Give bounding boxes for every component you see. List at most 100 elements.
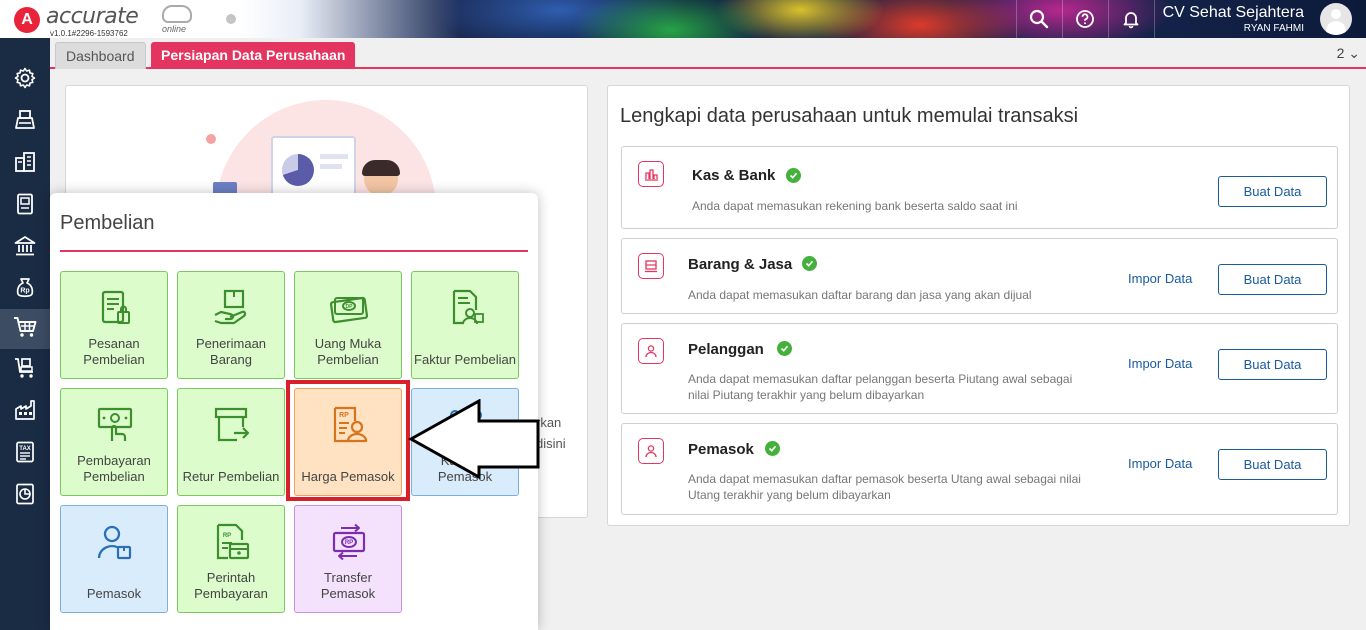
- tile-label: Retur Pembelian: [182, 469, 280, 484]
- divider: [1062, 0, 1063, 38]
- card-title: Pemasok: [688, 441, 754, 458]
- divider: [1108, 0, 1109, 38]
- down-payment-icon: DP: [329, 296, 369, 324]
- sidebar-item-report[interactable]: [0, 476, 50, 516]
- building-icon: [13, 150, 37, 179]
- tile-label: Pembayaran Pembelian: [77, 453, 151, 484]
- user-name: RYAN FAHMI: [1243, 23, 1304, 34]
- tab-persiapan-data[interactable]: Persiapan Data Perusahaan: [151, 42, 356, 69]
- sidebar-item-printer[interactable]: [0, 102, 50, 142]
- check-icon: [802, 256, 817, 271]
- factory-icon: [13, 398, 37, 427]
- tile-label: Uang Muka Pembelian: [314, 336, 382, 367]
- card-description: Anda dapat memasukan rekening bank beser…: [692, 199, 1018, 213]
- purchase-payment-icon: [97, 407, 133, 441]
- tile-label: Pesanan Pembelian: [83, 336, 145, 367]
- import-data-link[interactable]: Impor Data: [1128, 271, 1192, 286]
- create-data-button[interactable]: Buat Data: [1218, 449, 1327, 480]
- purchase-order-icon: [101, 290, 130, 324]
- card-title: Kas & Bank: [692, 167, 776, 184]
- import-data-link[interactable]: Impor Data: [1128, 356, 1192, 371]
- customer-icon: [638, 338, 664, 364]
- tile-label: Faktur Pembelian: [414, 352, 516, 367]
- sidebar-item-cash[interactable]: Rp: [0, 270, 50, 310]
- sidebar-item-sales[interactable]: [0, 350, 50, 390]
- printer-icon: [13, 108, 37, 137]
- bank-icon: [13, 234, 37, 263]
- sidebar-item-purchase[interactable]: [0, 309, 50, 349]
- menu-title: Pembelian: [60, 212, 155, 234]
- menu-tile-uang-muka-pembelian[interactable]: DP Uang Muka Pembelian: [294, 271, 402, 379]
- setup-card-kas-bank: Kas & Bank Anda dapat memasukan rekening…: [621, 146, 1338, 229]
- avatar-head: [1331, 9, 1341, 19]
- shipping-cart-icon: [13, 356, 37, 385]
- help-icon[interactable]: [1070, 4, 1100, 34]
- tile-label: Penerimaan Barang: [195, 336, 267, 367]
- goods-receipt-icon: [214, 289, 247, 325]
- divider: [60, 250, 528, 252]
- illustration-pie: [282, 154, 314, 186]
- create-data-button[interactable]: Buat Data: [1218, 264, 1327, 295]
- avatar[interactable]: [1320, 3, 1352, 35]
- top-header: A accurate online v1.0.1#2296-1593762 CV…: [0, 0, 1366, 38]
- tab-count: 2: [1336, 45, 1345, 61]
- svg-text:DP: DP: [346, 304, 354, 310]
- illustration-bar: [320, 164, 342, 169]
- app-version: v1.0.1#2296-1593762: [50, 29, 128, 38]
- purchase-invoice-icon: [452, 289, 484, 325]
- divider: [1016, 0, 1017, 38]
- tab-dashboard[interactable]: Dashboard: [55, 42, 146, 69]
- search-icon[interactable]: [1024, 4, 1054, 34]
- setup-card-pelanggan: Pelanggan Anda dapat memasukan daftar pe…: [621, 323, 1338, 414]
- import-data-link[interactable]: Impor Data: [1128, 456, 1192, 471]
- ledger-icon: [13, 192, 37, 221]
- menu-tile-pemasok[interactable]: Pemasok: [60, 505, 168, 613]
- menu-tile-perintah-pembayaran[interactable]: RP Perintah Pembayaran: [177, 505, 285, 613]
- menu-tile-transfer-pemasok[interactable]: RP Transfer Pemasok: [294, 505, 402, 613]
- tile-label: Pemasok: [86, 586, 142, 601]
- annotation-arrow-icon: [407, 399, 540, 479]
- cash-bank-icon: [638, 161, 664, 187]
- create-data-button[interactable]: Buat Data: [1218, 349, 1327, 380]
- check-icon: [777, 341, 792, 356]
- svg-text:Rp: Rp: [20, 287, 29, 294]
- sidebar: Rp TAX: [0, 38, 50, 630]
- goods-services-icon: [638, 253, 664, 279]
- bell-icon[interactable]: [1116, 4, 1146, 34]
- cloud-icon: [162, 5, 192, 23]
- chevron-down-icon: ⌄: [1348, 45, 1360, 61]
- sidebar-item-bank[interactable]: [0, 228, 50, 268]
- card-title: Pelanggan: [688, 341, 764, 358]
- card-title: Barang & Jasa: [688, 256, 793, 273]
- avatar-body: [1326, 21, 1346, 35]
- illustration-dot: [206, 134, 216, 144]
- logo-text: accurate: [46, 4, 139, 29]
- report-icon: [13, 482, 37, 511]
- company-switcher[interactable]: CV Sehat Sejahtera RYAN FAHMI: [1163, 4, 1304, 34]
- menu-tile-retur-pembelian[interactable]: Retur Pembelian: [177, 388, 285, 496]
- divider: [1154, 0, 1155, 38]
- svg-text:TAX: TAX: [19, 446, 31, 452]
- menu-tile-pesanan-pembelian[interactable]: Pesanan Pembelian: [60, 271, 168, 379]
- sidebar-item-ledger[interactable]: [0, 186, 50, 226]
- supplier-transfer-icon: RP: [332, 523, 366, 561]
- sidebar-item-settings[interactable]: [0, 60, 50, 100]
- setup-checklist-panel: Lengkapi data perusahaan untuk memulai t…: [607, 85, 1350, 526]
- check-icon: [765, 441, 780, 456]
- sidebar-item-inventory[interactable]: [0, 392, 50, 432]
- gear-icon: [13, 66, 37, 95]
- supplier-icon: [97, 525, 132, 560]
- menu-tile-pembayaran-pembelian[interactable]: Pembayaran Pembelian: [60, 388, 168, 496]
- supplier-icon: [638, 438, 664, 464]
- panel-title: Lengkapi data perusahaan untuk memulai t…: [620, 105, 1079, 127]
- sidebar-item-company[interactable]: [0, 144, 50, 184]
- svg-text:RP: RP: [345, 540, 353, 546]
- menu-tile-penerimaan-barang[interactable]: Penerimaan Barang: [177, 271, 285, 379]
- tab-count-dropdown[interactable]: 2 ⌄: [1337, 45, 1360, 62]
- illustration-bar: [320, 154, 348, 159]
- menu-tile-faktur-pembelian[interactable]: Faktur Pembelian: [411, 271, 519, 379]
- sidebar-item-tax[interactable]: TAX: [0, 434, 50, 474]
- setup-card-pemasok: Pemasok Anda dapat memasukan daftar pema…: [621, 423, 1338, 515]
- create-data-button[interactable]: Buat Data: [1218, 176, 1327, 207]
- company-name: CV Sehat Sejahtera: [1162, 4, 1304, 21]
